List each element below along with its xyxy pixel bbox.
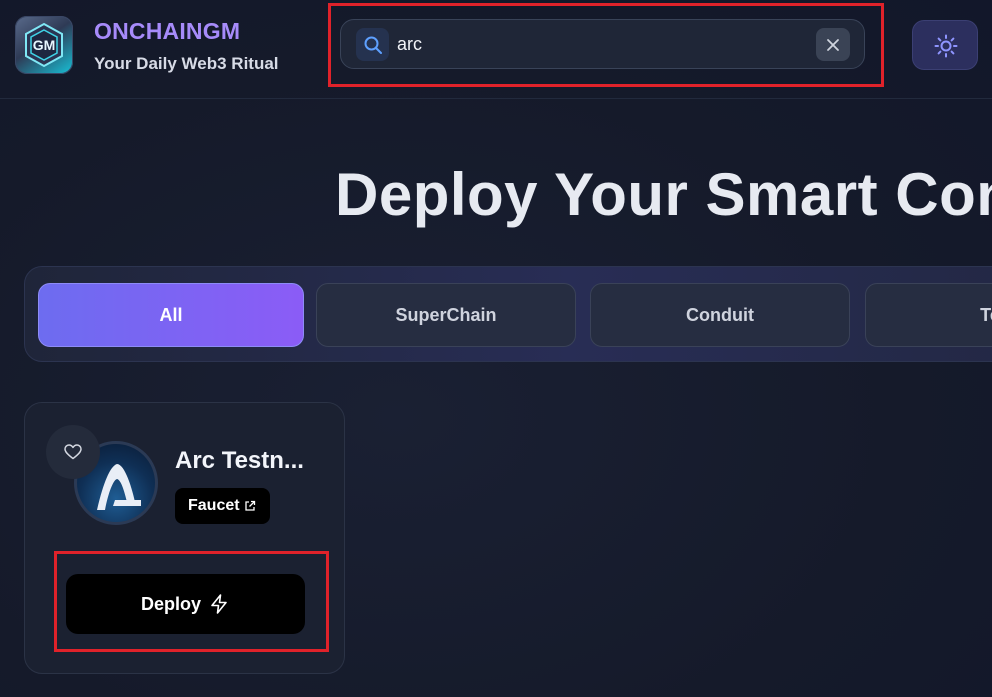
app-logo[interactable]: GM bbox=[15, 16, 73, 74]
app-page: GM ONCHAINGM Your Daily Web3 Ritual arc … bbox=[0, 0, 992, 697]
brand-subtitle: Your Daily Web3 Ritual bbox=[94, 54, 279, 73]
clear-search-button[interactable] bbox=[816, 28, 850, 61]
tab-conduit[interactable]: Conduit bbox=[590, 283, 850, 347]
search-input[interactable] bbox=[397, 30, 797, 58]
close-icon bbox=[827, 39, 839, 51]
lightning-icon bbox=[211, 594, 227, 614]
deploy-label: Deploy bbox=[141, 594, 202, 614]
brand-title: ONCHAINGM bbox=[94, 18, 241, 44]
faucet-label: Faucet bbox=[188, 497, 240, 514]
search-icon bbox=[356, 28, 389, 61]
category-tabs: All SuperChain Conduit Tes bbox=[24, 266, 992, 362]
tab-superchain[interactable]: SuperChain bbox=[316, 283, 576, 347]
header: GM ONCHAINGM Your Daily Web3 Ritual bbox=[0, 0, 992, 99]
chain-name: Arc Testn... bbox=[175, 447, 304, 474]
deploy-button[interactable]: Deploy bbox=[66, 574, 305, 634]
theme-toggle-button[interactable] bbox=[912, 20, 978, 70]
tab-all[interactable]: All bbox=[38, 283, 304, 347]
logo-text: GM bbox=[33, 37, 56, 53]
external-link-icon bbox=[245, 500, 256, 511]
sun-icon bbox=[934, 34, 958, 58]
chain-card: Arc Testn... Faucet Deploy bbox=[24, 402, 345, 674]
heart-icon bbox=[64, 444, 82, 460]
search-bar[interactable] bbox=[340, 19, 865, 69]
favorite-button[interactable] bbox=[46, 425, 100, 479]
faucet-button[interactable]: Faucet bbox=[175, 488, 270, 524]
page-title: Deploy Your Smart Cont bbox=[335, 161, 992, 228]
tab-testnet[interactable]: Tes bbox=[865, 283, 992, 347]
gm-logo-icon: GM bbox=[25, 22, 63, 68]
